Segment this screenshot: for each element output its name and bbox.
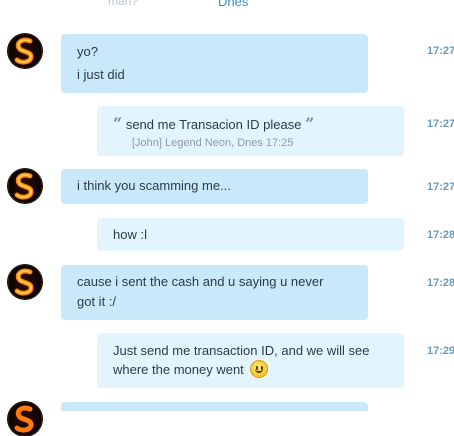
message-bubble[interactable]: cause i sent the cash and u saying u nev… (61, 265, 368, 320)
message-bubble[interactable]: how :l (97, 218, 404, 251)
avatar[interactable] (8, 34, 42, 68)
timestamp: 17:27 (427, 118, 454, 130)
message-line: yo? (77, 44, 98, 59)
message-line: how :l (113, 227, 147, 242)
message-bubble[interactable]: i think you scamming me... (61, 169, 368, 204)
message-line: where the money went (113, 360, 269, 380)
avatar[interactable] (8, 169, 42, 203)
message-line: i think you scamming me... (77, 178, 231, 193)
timestamp: 17:28 (427, 229, 454, 241)
timestamp: 17:29 (427, 345, 454, 357)
quote-line: “ send me Transacion ID please ” (113, 114, 314, 135)
message-line: got it :/ (77, 294, 117, 309)
avatar[interactable] (8, 265, 42, 299)
timestamp: 17:28 (427, 277, 454, 289)
timestamp: 17:27 (427, 181, 454, 193)
message-line: Just send me transaction ID, and we will… (113, 343, 370, 358)
message-text: where the money went (113, 362, 244, 377)
flame-s-avatar-icon (14, 268, 34, 296)
quote-text: send me Transacion ID please (125, 117, 302, 132)
quote-meta: [John] Legend Neon, Dnes 17:25 (132, 137, 294, 149)
timestamp: 17:27 (427, 45, 454, 57)
quote-bubble[interactable]: “ send me Transacion ID please ” [John] … (97, 106, 404, 156)
avatar[interactable] (8, 402, 42, 436)
message-bubble-partial[interactable] (61, 402, 368, 411)
message-line: cause i sent the cash and u saying u nev… (77, 274, 324, 289)
smiley-emoji-icon (250, 360, 269, 378)
flame-s-avatar-icon (14, 37, 34, 65)
message-bubble[interactable]: Just send me transaction ID, and we will… (97, 333, 404, 388)
message-bubble[interactable]: yo? i just did (61, 34, 368, 93)
quote-open-icon: “ (113, 114, 123, 133)
flame-s-avatar-icon (14, 405, 34, 433)
faded-text: man? (108, 0, 139, 8)
flame-s-avatar-icon (14, 172, 34, 200)
quote-close-icon: ” (305, 114, 315, 133)
date-label: Dnes (218, 0, 249, 9)
message-line: i just did (77, 67, 125, 82)
date-divider: man? Dnes (0, 0, 454, 10)
